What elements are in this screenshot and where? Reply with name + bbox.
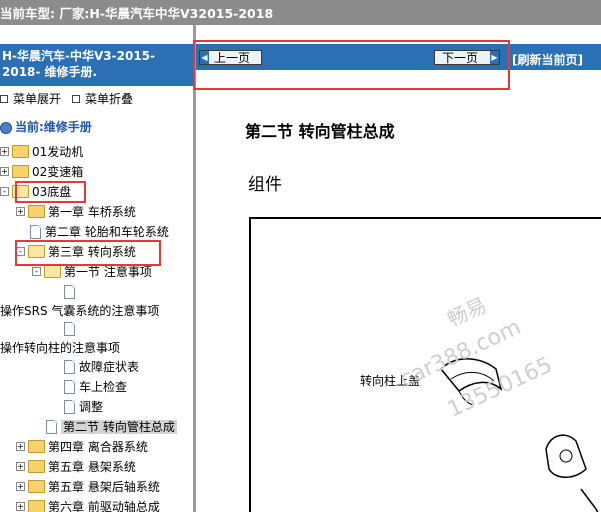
folder-icon xyxy=(28,205,45,218)
document-icon xyxy=(64,399,75,414)
folder-icon xyxy=(28,460,45,473)
tree-root-label: 当前:维修手册 xyxy=(15,120,92,134)
expand-plus-icon[interactable]: + xyxy=(16,482,25,491)
tree-item-label: 故障症状表 xyxy=(79,360,140,374)
tree-root[interactable]: 当前:维修手册 xyxy=(0,118,92,137)
document-icon xyxy=(30,224,41,239)
document-icon xyxy=(64,379,75,394)
square-icon xyxy=(0,95,8,103)
expand-menu-label: 菜单展开 xyxy=(13,92,62,106)
tree-item-label: 车上检查 xyxy=(79,380,128,394)
menu-controls: 菜单展开 菜单折叠 xyxy=(0,90,193,108)
expand-plus-icon[interactable]: + xyxy=(0,147,9,156)
folder-icon xyxy=(12,165,29,178)
left-pane: H-华晨汽车-中华V3-2015- 2018- 维修手册. 菜单展开 菜单折叠 … xyxy=(0,44,193,512)
tree-item-label-selected: 第二节 转向管柱总成 xyxy=(61,420,177,434)
tree-item-transmission[interactable]: +02变速箱 xyxy=(0,163,83,182)
tree-item-label: 操作SRS 气囊系统的注意事项 xyxy=(0,304,160,318)
tree-item-label: 第一节 注意事项 xyxy=(64,265,152,279)
expand-plus-icon[interactable]: + xyxy=(0,167,9,176)
tree-item-label: 02变速箱 xyxy=(32,165,84,179)
section-title: 第二节 转向管柱总成 xyxy=(245,122,395,141)
tree-item-column-assembly[interactable]: 第二节 转向管柱总成 xyxy=(46,418,177,437)
tree-item-label: 第五章 悬架后轴系统 xyxy=(48,480,160,494)
document-icon xyxy=(64,359,75,374)
tree-item-drive-shaft[interactable]: + 第六章 前驱动轴总成 xyxy=(16,498,160,512)
collapse-menu-label: 菜单折叠 xyxy=(85,92,134,106)
expand-plus-icon[interactable]: + xyxy=(16,207,25,216)
manual-header-line2: 2018- 维修手册. xyxy=(2,65,98,79)
tree-item-srs[interactable]: 操作SRS 气囊系统的注意事项 xyxy=(0,302,159,321)
tree-item-suspension[interactable]: + 第五章 悬架系统 xyxy=(16,458,136,477)
tree-item-inspection[interactable]: 车上检查 xyxy=(64,378,127,397)
highlight-box-chassis xyxy=(15,181,86,203)
tree-item-clutch[interactable]: + 第四章 离合器系统 xyxy=(16,438,148,457)
document-icon xyxy=(46,419,57,434)
tree-item-label: 01发动机 xyxy=(32,145,84,159)
title-bar: 当前车型: 厂家:H-华晨汽车中华V32015-2018 xyxy=(0,0,601,25)
tree-item-label: 第六章 前驱动轴总成 xyxy=(48,500,160,512)
document-icon xyxy=(64,321,75,336)
section-subtitle: 组件 xyxy=(248,175,282,195)
vehicle-title: 当前车型: 厂家:H-华晨汽车中华V32015-2018 xyxy=(0,6,274,21)
refresh-page-link[interactable]: [刷新当前页] xyxy=(512,51,583,68)
expand-plus-icon[interactable]: + xyxy=(16,502,25,511)
folder-icon xyxy=(28,480,45,493)
highlight-box-nav xyxy=(193,40,510,90)
manual-header-line1: H-华晨汽车-中华V3-2015- xyxy=(2,49,156,63)
tree-item-doc[interactable] xyxy=(64,283,79,302)
expand-plus-icon[interactable]: + xyxy=(16,462,25,471)
tree-item-label: 第四章 离合器系统 xyxy=(48,440,148,454)
expand-plus-icon[interactable]: + xyxy=(16,442,25,451)
tree-item-label: 调整 xyxy=(79,400,104,414)
expand-menu-button[interactable]: 菜单展开 xyxy=(0,90,61,107)
tree-item-doc[interactable] xyxy=(64,320,79,339)
tree-item-label: 第五章 悬架系统 xyxy=(48,460,136,474)
highlight-box-steering xyxy=(15,240,161,266)
folder-open-icon xyxy=(44,265,61,278)
manual-header: H-华晨汽车-中华V3-2015- 2018- 维修手册. xyxy=(0,44,193,86)
tree-item-symptom[interactable]: 故障症状表 xyxy=(64,358,139,377)
tree-item-engine[interactable]: +01发动机 xyxy=(0,143,83,162)
folder-icon xyxy=(28,440,45,453)
collapse-minus-icon[interactable]: - xyxy=(32,267,41,276)
manual-content: 第二节 转向管柱总成 组件 转向柱上盖 畅易 car388.com 135501… xyxy=(196,70,601,512)
document-icon xyxy=(64,284,75,299)
tree-item-label: 操作转向柱的注意事项 xyxy=(0,341,121,355)
tree-item-axle[interactable]: + 第一章 车桥系统 xyxy=(16,203,136,222)
tree-item-column-precautions[interactable]: 操作转向柱的注意事项 xyxy=(0,339,120,358)
collapse-minus-icon[interactable]: - xyxy=(0,187,9,196)
tree-item-rear-axle[interactable]: + 第五章 悬架后轴系统 xyxy=(16,478,160,497)
collapse-menu-button[interactable]: 菜单折叠 xyxy=(72,90,133,107)
book-icon xyxy=(0,121,12,134)
tree-item-label: 第二章 轮胎和车轮系统 xyxy=(45,225,169,239)
folder-icon xyxy=(12,145,29,158)
tree-item-label: 第一章 车桥系统 xyxy=(48,205,136,219)
folder-icon xyxy=(28,500,45,512)
square-icon xyxy=(72,95,80,103)
tree-item-adjust[interactable]: 调整 xyxy=(64,398,103,417)
